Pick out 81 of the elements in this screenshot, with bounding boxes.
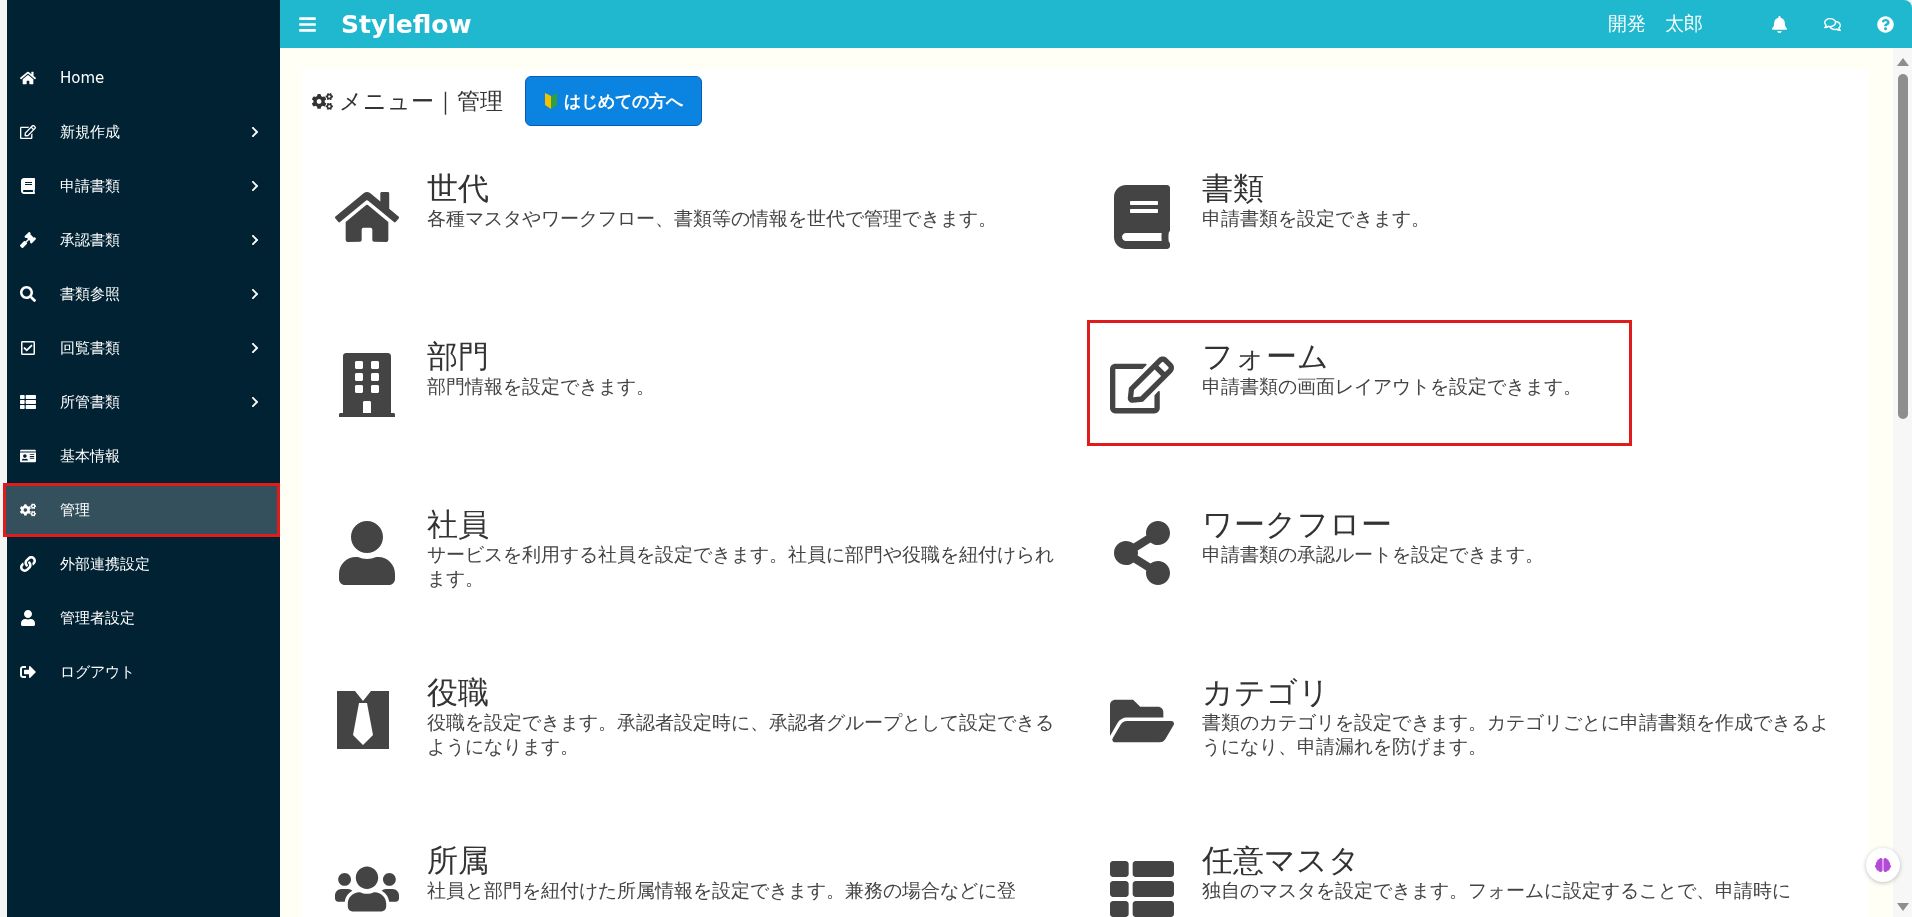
id-card-icon: [20, 448, 36, 464]
sidebar-label: 所管書類: [60, 392, 121, 412]
menu-title: 任意マスタ: [1202, 843, 1361, 879]
menu-title: 書類: [1202, 171, 1265, 207]
menu-description: 独自のマスタを設定できます。フォームに設定することで、申請時に: [1202, 878, 1792, 903]
checkbox-icon: [20, 340, 36, 356]
menu-title: 所属: [427, 843, 490, 879]
menu-card[interactable]: 任意マスタ 独自のマスタを設定できます。フォームに設定することで、申請時に: [1087, 824, 1847, 917]
guide-button[interactable]: はじめての方へ: [525, 76, 702, 126]
user-icon: [20, 610, 36, 626]
menu-title: 世代: [427, 171, 490, 207]
menu-card[interactable]: 書類 申請書類を設定できます。: [1087, 152, 1847, 278]
logout-icon: [20, 664, 36, 680]
sidebar-label: 回覧書類: [60, 338, 121, 358]
menu-description: サービスを利用する社員を設定できます。社員に部門や役職を紐付けられます。: [427, 542, 1055, 591]
scroll-up-icon[interactable]: [1896, 58, 1909, 66]
sidebar-item[interactable]: 書類参照: [3, 267, 280, 321]
scrollbar-thumb[interactable]: [1897, 74, 1908, 419]
bell-icon[interactable]: [1771, 15, 1788, 33]
search-icon: [20, 286, 36, 302]
book-icon: [20, 178, 36, 194]
menu-title: 社員: [427, 507, 490, 543]
menu-title: 役職: [427, 675, 490, 711]
sidebar-item[interactable]: 管理: [3, 483, 280, 537]
help-icon[interactable]: [1877, 15, 1894, 33]
menu-description: 申請書類の承認ルートを設定できます。: [1202, 542, 1545, 567]
sidebar-label: 承認書類: [60, 230, 121, 250]
list-icon: [20, 394, 36, 410]
sidebar-item[interactable]: 承認書類: [3, 213, 280, 267]
user-name: 開発 太郎: [1608, 11, 1703, 36]
sidebar-item[interactable]: 申請書類: [3, 159, 280, 213]
menu-description: 申請書類を設定できます。: [1202, 206, 1431, 231]
menu-card[interactable]: 部門 部門情報を設定できます。: [312, 320, 1072, 446]
sidebar-label: Home: [60, 69, 106, 87]
sidebar-label: 管理者設定: [60, 608, 136, 628]
sidebar-label: 申請書類: [60, 176, 121, 196]
sidebar-item[interactable]: 回覧書類: [3, 321, 280, 375]
menu-card[interactable]: 役職 役職を設定できます。承認者設定時に、承認者グループとして設定できるようになります。: [312, 656, 1072, 782]
menu-title: 部門: [427, 339, 490, 375]
menu-card[interactable]: ワークフロー 申請書類の承認ルートを設定できます。: [1087, 488, 1847, 614]
menu-description: 部門情報を設定できます。: [427, 374, 656, 399]
menu-title: ワークフロー: [1202, 507, 1393, 543]
menu-title: フォーム: [1202, 339, 1330, 375]
sidebar-item[interactable]: Home: [3, 51, 280, 105]
sidebar-item[interactable]: 管理者設定: [3, 591, 280, 645]
menu-card[interactable]: 世代 各種マスタやワークフロー、書類等の情報を世代で管理できます。: [312, 152, 1072, 278]
menu-description: 申請書類の画面レイアウトを設定できます。: [1202, 374, 1583, 399]
menu-title: カテゴリ: [1202, 675, 1331, 711]
sidebar-label: 書類参照: [60, 284, 121, 304]
sidebar-label: 管理: [60, 500, 91, 520]
menu-description: 書類のカテゴリを設定できます。カテゴリごとに申請書類を作成できるようになり、申請漏れを防げます。: [1202, 710, 1830, 759]
edit-icon: [20, 124, 36, 140]
sidebar-item[interactable]: 基本情報: [3, 429, 280, 483]
menu-description: 社員と部門を紐付けた所属情報を設定できます。兼務の場合などに登: [427, 878, 1017, 903]
menu-card[interactable]: カテゴリ 書類のカテゴリを設定できます。カテゴリごとに申請書類を作成できるようになり、申請漏れを防げます。: [1087, 656, 1847, 782]
comments-icon[interactable]: [1824, 15, 1841, 33]
link-icon: [20, 556, 36, 572]
sidebar-item[interactable]: ログアウト: [3, 645, 280, 699]
sidebar-label: 外部連携設定: [60, 554, 151, 574]
page-title: メニュー｜管理: [339, 86, 503, 117]
menu-description: 役職を設定できます。承認者設定時に、承認者グループとして設定できるようになります。: [427, 710, 1055, 759]
beginner-mark-icon: [544, 92, 558, 110]
menu-card[interactable]: 社員 サービスを利用する社員を設定できます。社員に部門や役職を紐付けられます。: [312, 488, 1072, 614]
tie-icon: [335, 689, 391, 751]
gavel-icon: [20, 232, 36, 248]
menu-card[interactable]: 所属 社員と部門を紐付けた所属情報を設定できます。兼務の場合などに登: [312, 824, 1072, 917]
sidebar-label: 新規作成: [60, 122, 121, 142]
menu-card[interactable]: フォーム 申請書類の画面レイアウトを設定できます。: [1087, 320, 1632, 446]
brain-icon: [1875, 857, 1891, 873]
sidebar-item[interactable]: 所管書類: [3, 375, 280, 429]
scroll-down-icon[interactable]: [1896, 903, 1909, 911]
gears-icon: [312, 90, 333, 112]
menu-icon[interactable]: [298, 14, 317, 34]
sidebar-item[interactable]: 外部連携設定: [3, 537, 280, 591]
app-logo: Styleflow: [341, 9, 472, 39]
gears-icon: [20, 502, 36, 518]
sidebar-label: ログアウト: [60, 662, 136, 682]
sidebar-label: 基本情報: [60, 446, 121, 466]
sidebar-item[interactable]: 新規作成: [3, 105, 280, 159]
home-icon: [20, 70, 36, 86]
menu-description: 各種マスタやワークフロー、書類等の情報を世代で管理できます。: [427, 206, 998, 231]
